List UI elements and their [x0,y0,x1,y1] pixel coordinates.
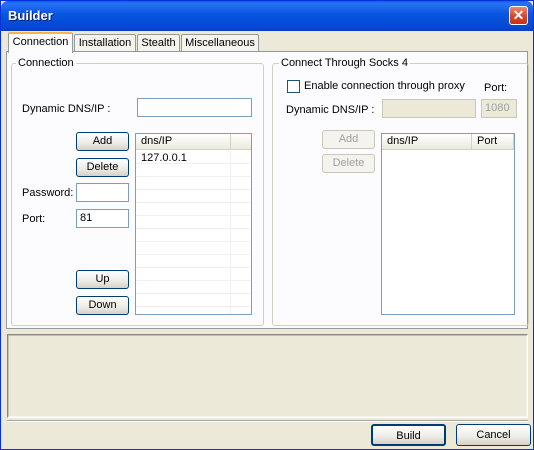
password-input[interactable] [76,183,129,202]
list-gridline [230,150,231,314]
dns-input[interactable] [137,98,252,117]
list-gridline [136,215,251,216]
dns-list[interactable]: dns/IP 127.0.0.1 [135,133,252,315]
tab-installation[interactable]: Installation [74,34,136,52]
port-label: Port: [22,213,46,225]
tab-miscellaneous[interactable]: Miscellaneous [181,34,259,52]
enable-proxy-checkbox[interactable] [287,80,300,93]
enable-proxy-label: Enable connection through proxy [304,80,465,92]
status-area [7,334,528,418]
list-gridline [136,241,251,242]
password-label: Password: [22,187,74,199]
build-button[interactable]: Build [371,424,446,446]
tab-stealth[interactable]: Stealth [137,34,180,52]
list-gridline [136,293,251,294]
tab-connection-label: Connection [12,36,69,48]
connection-group-title: Connection [16,57,76,70]
window-title: Builder [8,8,53,23]
close-button[interactable]: ✕ [509,6,528,25]
connection-tab-panel: Connection Dynamic DNS/IP : Add Delete P… [6,51,529,329]
socks-dns-column-header[interactable]: dns/IP [382,134,472,149]
tab-stealth-label: Stealth [141,37,176,49]
add-button[interactable]: Add [76,132,129,151]
delete-button[interactable]: Delete [76,158,129,177]
dns-column-header[interactable]: dns/IP [136,134,231,149]
down-button[interactable]: Down [76,296,129,315]
tab-miscellaneous-label: Miscellaneous [185,37,255,49]
socks-dns-label: Dynamic DNS/IP : [286,104,375,116]
list-item[interactable]: 127.0.0.1 [141,151,187,165]
up-button[interactable]: Up [76,270,129,289]
socks-group-title: Connect Through Socks 4 [279,57,410,70]
builder-window: Builder ✕ Connection Installation Stealt… [0,0,534,450]
socks-port-column-header[interactable]: Port [472,134,514,149]
list-gridline [136,228,251,229]
socks-list-header: dns/IP Port [382,134,514,150]
socks-port-input[interactable]: 1080 [481,99,517,118]
title-bar[interactable]: Builder ✕ [1,1,533,31]
list-gridline [136,280,251,281]
socks-dns-input[interactable] [382,99,476,118]
footer-divider [7,420,528,422]
socks-port-label: Port: [484,82,508,94]
list-gridline [136,189,251,190]
list-gridline [136,267,251,268]
list-gridline [136,176,251,177]
port-input[interactable]: 81 [76,209,129,228]
tab-installation-label: Installation [78,37,132,49]
tab-connection[interactable]: Connection [8,32,73,53]
dns-label: Dynamic DNS/IP : [22,103,111,115]
socks-delete-button[interactable]: Delete [322,154,375,173]
list-gridline [136,202,251,203]
dns-list-header: dns/IP [136,134,251,150]
close-icon: ✕ [512,7,525,23]
socks-list[interactable]: dns/IP Port [381,133,515,315]
list-gridline [136,306,251,307]
list-gridline [136,254,251,255]
socks-add-button[interactable]: Add [322,130,375,149]
cancel-button[interactable]: Cancel [456,424,531,446]
